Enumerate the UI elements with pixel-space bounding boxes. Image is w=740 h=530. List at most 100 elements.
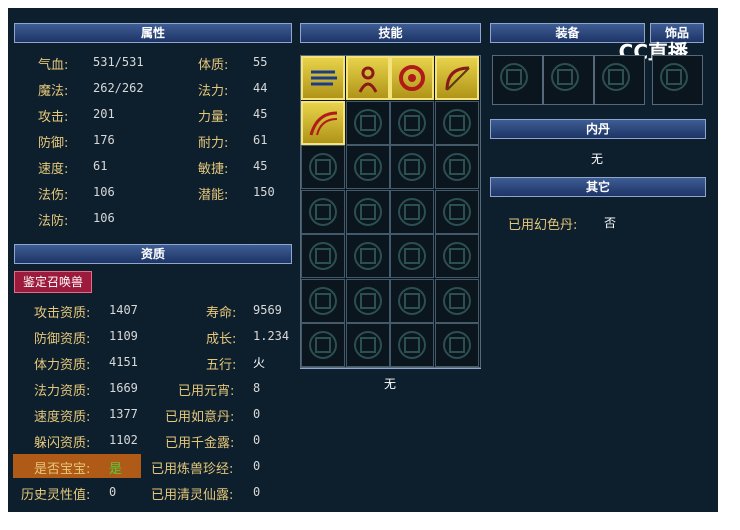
empty-slot-icon: [353, 286, 382, 315]
empty-skill-slot[interactable]: [434, 323, 479, 367]
used-yuanxiao-label: 已用元宵:: [178, 384, 235, 399]
empty-skill-slot[interactable]: [390, 323, 434, 367]
empty-skill-slot[interactable]: [301, 145, 345, 189]
attack-value: 201: [93, 107, 115, 121]
skill-grid: [300, 55, 481, 368]
attributes-header: 属性: [14, 23, 292, 43]
attack-label: 攻击:: [38, 110, 69, 125]
empty-skill-slot[interactable]: [390, 234, 434, 278]
used-qingling-label: 已用清灵仙露:: [151, 488, 234, 503]
empty-slot-icon: [309, 153, 337, 181]
magic-damage-label: 法伤:: [38, 188, 69, 203]
strength-value: 45: [253, 107, 268, 121]
mana-aptitude-value: 1669: [109, 381, 138, 395]
skill-slot-1[interactable]: [301, 56, 345, 100]
empty-slot-icon: [309, 286, 337, 315]
empty-skill-slot[interactable]: [390, 100, 434, 145]
skill-slot-2[interactable]: [345, 56, 390, 100]
defense-label: 防御:: [38, 136, 69, 151]
empty-skill-slot[interactable]: [301, 234, 345, 278]
ornament-slot[interactable]: [652, 55, 703, 105]
empty-skill-slot[interactable]: [301, 323, 345, 367]
empty-skill-slot[interactable]: [434, 145, 479, 189]
empty-skill-slot[interactable]: [345, 100, 390, 145]
hp-label: 气血:: [38, 58, 69, 73]
spirit-history-value: 0: [109, 485, 117, 499]
used-ruyi-value: 0: [253, 407, 261, 421]
element-value: 火: [253, 356, 266, 370]
empty-skill-slot[interactable]: [434, 100, 479, 145]
empty-skill-slot[interactable]: [345, 234, 390, 278]
empty-slot-icon: [309, 242, 337, 270]
dodge-aptitude-value: 1102: [109, 433, 138, 447]
hp-aptitude-label: 体力资质:: [34, 358, 91, 373]
empty-slot-icon: [309, 197, 337, 226]
empty-skill-slot[interactable]: [301, 189, 345, 234]
empty-slot-icon: [442, 153, 471, 181]
constitution-value: 55: [253, 55, 268, 69]
empty-skill-slot[interactable]: [390, 189, 434, 234]
empty-slot-icon: [660, 63, 688, 91]
empty-slot-icon: [353, 197, 382, 226]
defense-aptitude-label: 防御资质:: [34, 332, 91, 347]
used-lianshou-label: 已用炼兽珍经:: [151, 462, 234, 477]
empty-skill-slot[interactable]: [345, 323, 390, 367]
identify-pet-button[interactable]: 鉴定召唤兽: [14, 271, 92, 293]
speed-value: 61: [93, 159, 108, 173]
dodge-aptitude-label: 躲闪资质:: [34, 436, 91, 451]
empty-slot-icon: [398, 108, 426, 137]
used-ruyi-label: 已用如意丹:: [165, 410, 235, 425]
empty-skill-slot[interactable]: [301, 278, 345, 323]
empty-skill-slot[interactable]: [434, 278, 479, 323]
empty-slot-icon: [353, 108, 382, 137]
equipment-slot-3[interactable]: [594, 55, 645, 105]
empty-skill-slot[interactable]: [390, 278, 434, 323]
equipment-slot-2[interactable]: [543, 55, 594, 105]
hp-value: 531/531: [93, 55, 144, 69]
qualifications-header: 资质: [14, 244, 292, 264]
used-qingling-value: 0: [253, 485, 261, 499]
empty-slot-icon: [442, 108, 471, 137]
traits-value: 无: [384, 377, 397, 391]
empty-slot-icon: [353, 153, 382, 181]
empty-skill-slot[interactable]: [434, 189, 479, 234]
used-qianjin-label: 已用千金露:: [165, 436, 235, 451]
used-qianjin-value: 0: [253, 433, 261, 447]
speed-aptitude-label: 速度资质:: [34, 410, 91, 425]
empty-skill-slot[interactable]: [345, 278, 390, 323]
empty-slot-icon: [353, 331, 382, 359]
empty-slot-icon: [442, 242, 471, 270]
magic-defense-label: 法防:: [38, 214, 69, 229]
empty-slot-icon: [500, 63, 528, 91]
empty-skill-slot[interactable]: [390, 145, 434, 189]
hp-aptitude-value: 4151: [109, 355, 138, 369]
element-label: 五行:: [206, 358, 237, 373]
empty-skill-slot[interactable]: [345, 145, 390, 189]
empty-slot-icon: [353, 242, 382, 270]
empty-skill-slot[interactable]: [434, 234, 479, 278]
skill-slot-5[interactable]: [301, 100, 345, 145]
agility-label: 敏捷:: [198, 162, 229, 177]
empty-slot-icon: [398, 286, 426, 315]
defense-aptitude-value: 1109: [109, 329, 138, 343]
skill-slot-3[interactable]: [390, 56, 434, 100]
empty-slot-icon: [442, 286, 471, 315]
speed-aptitude-value: 1377: [109, 407, 138, 421]
empty-skill-slot[interactable]: [345, 189, 390, 234]
empty-slot-icon: [398, 197, 426, 226]
equipment-slot-1[interactable]: [492, 55, 543, 105]
potential-value: 150: [253, 185, 275, 199]
constitution-label: 体质:: [198, 58, 229, 73]
lifespan-label: 寿命:: [206, 306, 237, 321]
endurance-label: 耐力:: [198, 136, 229, 151]
defense-value: 176: [93, 133, 115, 147]
attack-aptitude-label: 攻击资质:: [34, 306, 91, 321]
growth-value: 1.234: [253, 329, 290, 343]
skill-slot-4[interactable]: [434, 56, 479, 100]
spirit-history-label: 历史灵性值:: [21, 488, 91, 503]
inner-pill-value: 无: [591, 152, 604, 166]
inner-pill-header: 内丹: [490, 119, 706, 139]
speed-label: 速度:: [38, 162, 69, 177]
attack-aptitude-value: 1407: [109, 303, 138, 317]
is-baby-value: 是: [109, 462, 123, 477]
